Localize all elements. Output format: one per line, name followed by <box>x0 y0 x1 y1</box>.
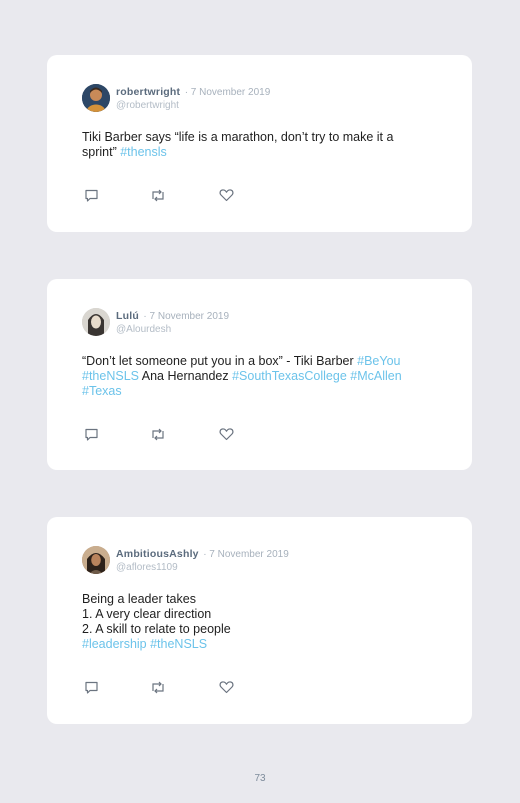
tweet-header: AmbitiousAshly · 7 November 2019 @aflore… <box>82 546 437 574</box>
tweet-card: Lulú · 7 November 2019 @Alourdesh “Don’t… <box>47 279 472 470</box>
author-name[interactable]: robertwright <box>116 86 180 98</box>
tweet-text: Being a leader takes 1. A very clear dir… <box>82 592 437 652</box>
tweet-text-segment: “Don’t let someone put you in a box” - T… <box>82 354 358 368</box>
tweet-header: Lulú · 7 November 2019 @Alourdesh <box>82 308 437 336</box>
comment-icon[interactable] <box>83 679 99 695</box>
author-meta: Lulú · 7 November 2019 @Alourdesh <box>116 308 229 336</box>
author-handle[interactable]: @Alourdesh <box>116 323 229 336</box>
tweet-line: 1. A very clear direction <box>82 607 437 622</box>
hashtag-link[interactable]: #SouthTexasCollege #McAllen <box>232 369 402 383</box>
tweet-line: Being a leader takes <box>82 592 437 607</box>
tweet-text-segment: Ana Hernandez <box>138 369 233 383</box>
tweet-text-segment: Being a leader takes <box>82 592 196 606</box>
tweet-line: #theNSLS Ana Hernandez #SouthTexasColleg… <box>82 369 437 384</box>
hashtag-link[interactable]: #thensls <box>120 145 167 159</box>
tweet-text-segment: 2. A skill to relate to people <box>82 622 231 636</box>
retweet-icon[interactable] <box>150 187 166 203</box>
tweet-line: sprint” #thensls <box>82 145 437 160</box>
tweet-date: · 7 November 2019 <box>203 549 289 560</box>
author-meta: robertwright · 7 November 2019 @robertwr… <box>116 84 270 112</box>
comment-icon[interactable] <box>83 426 99 442</box>
tweet-actions <box>83 426 234 442</box>
tweet-line: #leadership #theNSLS <box>82 637 437 652</box>
tweet-line: Tiki Barber says “life is a marathon, do… <box>82 130 437 145</box>
hashtag-link[interactable]: #theNSLS <box>82 369 139 383</box>
tweet-text: “Don’t let someone put you in a box” - T… <box>82 354 437 399</box>
tweet-text: Tiki Barber says “life is a marathon, do… <box>82 130 437 160</box>
hashtag-link[interactable]: #Texas <box>82 384 122 398</box>
tweet-text-segment: Tiki Barber says “life is a marathon, do… <box>82 130 394 144</box>
tweet-line: “Don’t let someone put you in a box” - T… <box>82 354 437 369</box>
tweet-header: robertwright · 7 November 2019 @robertwr… <box>82 84 437 112</box>
author-name[interactable]: Lulú <box>116 310 139 322</box>
tweet-line: 2. A skill to relate to people <box>82 622 437 637</box>
tweet-card: robertwright · 7 November 2019 @robertwr… <box>47 55 472 232</box>
hashtag-link[interactable]: #BeYou <box>357 354 400 368</box>
hashtag-link[interactable]: #leadership #theNSLS <box>82 637 207 651</box>
author-handle[interactable]: @robertwright <box>116 99 270 112</box>
retweet-icon[interactable] <box>150 426 166 442</box>
tweet-actions <box>83 187 234 203</box>
tweet-date: · 7 November 2019 <box>184 87 271 98</box>
tweet-line: #Texas <box>82 384 437 399</box>
tweet-text-segment: 1. A very clear direction <box>82 607 212 621</box>
tweet-card: AmbitiousAshly · 7 November 2019 @aflore… <box>47 517 472 724</box>
avatar[interactable] <box>82 546 110 574</box>
comment-icon[interactable] <box>83 187 99 203</box>
tweet-text-segment: sprint” <box>82 145 121 159</box>
retweet-icon[interactable] <box>150 679 166 695</box>
author-meta: AmbitiousAshly · 7 November 2019 @aflore… <box>116 546 289 574</box>
avatar[interactable] <box>82 84 110 112</box>
tweet-actions <box>83 679 234 695</box>
tweet-date: · 7 November 2019 <box>143 311 230 322</box>
page-number: 73 <box>254 773 266 784</box>
author-handle[interactable]: @aflores1109 <box>116 561 289 574</box>
author-name[interactable]: AmbitiousAshly <box>116 548 199 560</box>
heart-icon[interactable] <box>218 679 234 695</box>
avatar[interactable] <box>82 308 110 336</box>
heart-icon[interactable] <box>218 187 234 203</box>
heart-icon[interactable] <box>218 426 234 442</box>
